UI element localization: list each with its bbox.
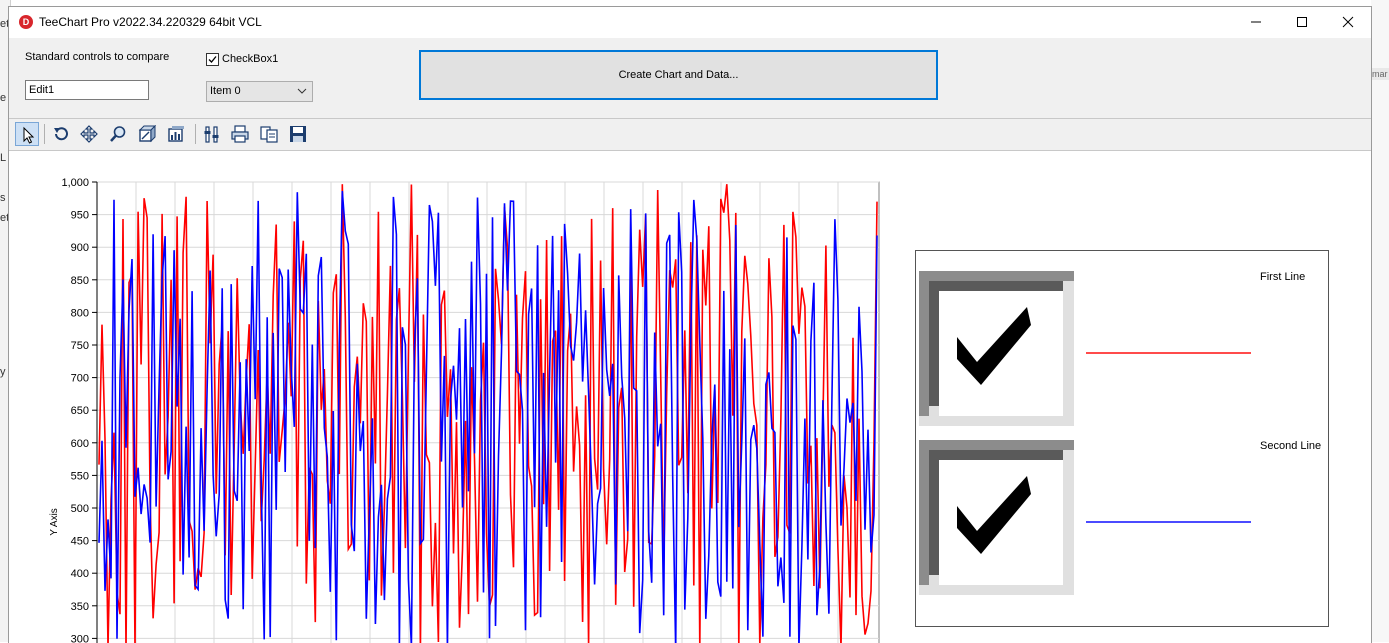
y-tick-label: 700 (71, 373, 89, 385)
y-axis: 1,000 950 900 850 800 750 700 650 600 550 500 450 40… (61, 177, 98, 643)
legend-item-first-line-label: First Line (1260, 271, 1306, 283)
y-tick-label: 750 (71, 340, 89, 352)
legend-item-second-line-label: Second Line (1260, 440, 1322, 452)
y-tick-label: 800 (71, 307, 89, 319)
edit1-input[interactable]: Edit1 (25, 80, 149, 100)
3d-depth-icon (138, 125, 156, 143)
checkbox1-label[interactable]: CheckBox1 (222, 53, 278, 65)
minimize-button[interactable] (1233, 7, 1279, 37)
edit-chart-tool-button[interactable] (200, 122, 224, 146)
background-text: s (0, 192, 6, 204)
legend-item-first-line-swatch (1086, 352, 1251, 354)
y-tick-label: 500 (71, 503, 89, 515)
y-tick-label: 350 (71, 601, 89, 613)
minimize-icon (1251, 21, 1261, 23)
y-tick-label: 400 (71, 568, 89, 580)
y-axis-title: Y Axis (49, 508, 60, 536)
controls-panel: Standard controls to compare Edit1 Check… (9, 38, 1371, 119)
app-window: D TeeChart Pro v2022.34.220329 64bit VCL… (8, 6, 1372, 643)
copy-tool-button[interactable] (257, 122, 281, 146)
move-icon (80, 125, 98, 143)
depth-tool-button[interactable] (135, 122, 159, 146)
maximize-button[interactable] (1279, 7, 1325, 37)
y-tick-label: 950 (71, 210, 89, 222)
print-tool-button[interactable] (228, 122, 252, 146)
window-title: TeeChart Pro v2022.34.220329 64bit VCL (39, 15, 262, 29)
legend-checkmark-icon (957, 307, 1031, 385)
chart-toolbar (9, 119, 1371, 151)
zoom-tool-button[interactable] (106, 122, 130, 146)
rotate-icon (54, 127, 68, 141)
background-text: e (0, 92, 7, 104)
compare-label: Standard controls to compare (25, 51, 170, 63)
move-tool-button[interactable] (77, 122, 101, 146)
y-tick-label: 650 (71, 405, 89, 417)
y-tick-label: 850 (71, 275, 89, 287)
edit-chart-icon (204, 126, 219, 143)
title-bar[interactable]: D TeeChart Pro v2022.34.220329 64bit VCL (9, 7, 1371, 38)
create-chart-button[interactable]: Create Chart and Data... (419, 50, 938, 100)
close-icon (1342, 16, 1354, 28)
combobox-value: Item 0 (210, 85, 241, 97)
background-text: L (0, 152, 7, 164)
save-icon (290, 126, 306, 142)
y-tick-label: 550 (71, 470, 89, 482)
maximize-icon (1297, 17, 1307, 27)
y-tick-label: 450 (71, 536, 89, 548)
legend-checkmark-icon (957, 476, 1031, 554)
background-text: mar (1371, 68, 1389, 80)
legend-item-second-line-checkbox[interactable] (919, 440, 1074, 595)
chevron-down-icon (297, 88, 307, 94)
legend-item-first-line-checkbox[interactable] (919, 271, 1074, 426)
legend-item-second-line-swatch (1086, 521, 1251, 523)
y-tick-label: 600 (71, 438, 89, 450)
chart-legend[interactable]: First Line Second Line (915, 250, 1329, 627)
item-combobox[interactable]: Item 0 (206, 81, 313, 102)
checkbox1[interactable] (206, 53, 219, 66)
checkmark-icon (208, 56, 217, 63)
close-button[interactable] (1325, 7, 1371, 37)
app-logo-icon: D (19, 15, 33, 29)
view-3d-icon (168, 126, 184, 142)
toolbar-separator (44, 124, 45, 144)
print-icon (231, 125, 249, 143)
view3d-tool-button[interactable] (164, 122, 188, 146)
zoom-icon (110, 126, 126, 142)
rotate-tool-button[interactable] (49, 122, 73, 146)
pointer-tool-button[interactable] (15, 122, 39, 146)
background-desktop-right: mar (1371, 0, 1389, 642)
pointer-icon (23, 126, 35, 144)
save-tool-button[interactable] (286, 122, 310, 146)
copy-icon (260, 126, 278, 143)
toolbar-separator (195, 124, 196, 144)
y-tick-label: 900 (71, 242, 89, 254)
background-text: y (0, 366, 6, 378)
y-tick-label: 1,000 (61, 177, 89, 189)
